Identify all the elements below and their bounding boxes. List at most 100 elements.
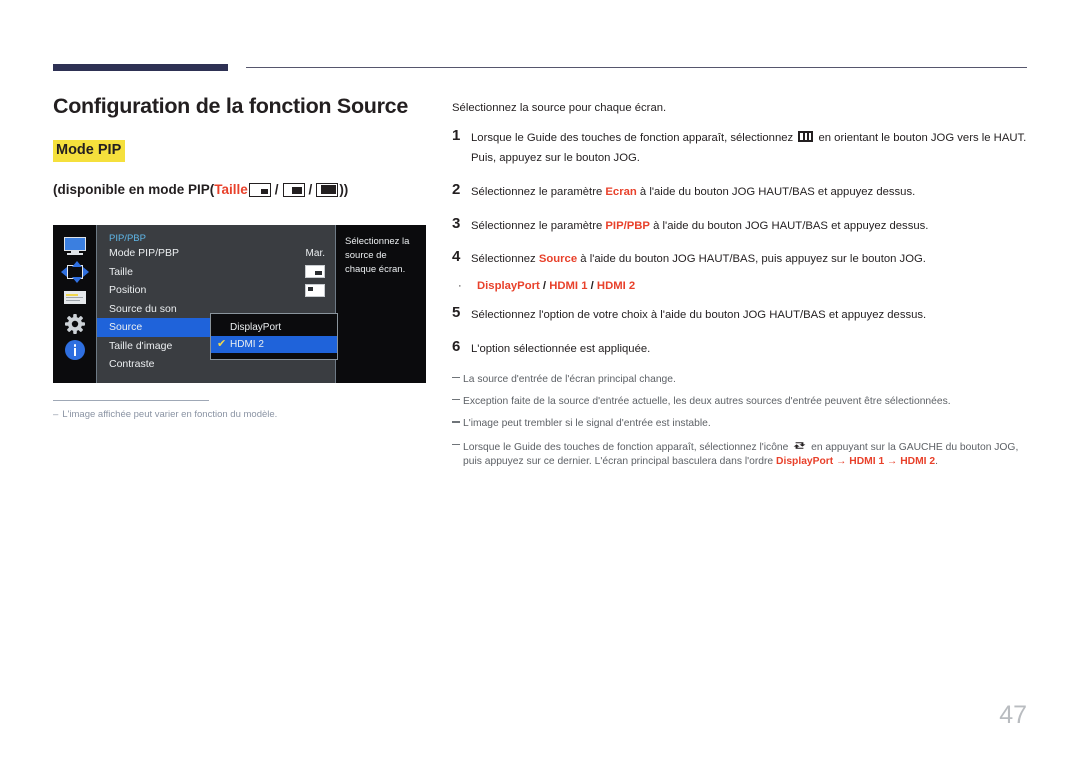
figure-footnote: ‒ L'image affichée peut varier en foncti…	[53, 400, 383, 421]
text-fragment: L'option sélectionnée est appliquée.	[471, 342, 651, 355]
text-fragment: PIP/PBP	[605, 219, 650, 232]
step-text: Sélectionnez l'option de votre choix à l…	[471, 305, 1027, 326]
step-number: 5	[452, 304, 461, 322]
text-fragment: HDMI 1	[549, 280, 588, 293]
osd-row-label: Position	[109, 284, 147, 297]
source-options-bullet: · DisplayPort / HDMI 1 / HDMI 2	[452, 279, 1027, 295]
pip-size-small-icon	[248, 182, 271, 197]
availability-prefix: (disponible en mode PIP(	[53, 182, 215, 198]
availability-line: (disponible en mode PIP(Taille / / ))	[53, 182, 433, 197]
text-fragment: /	[587, 280, 597, 293]
step-text: Sélectionnez Source à l'aide du bouton J…	[471, 249, 1027, 270]
note-item: Exception faite de la source d'entrée ac…	[452, 395, 1027, 409]
text-fragment: L'image peut trembler si le signal d'ent…	[463, 418, 711, 430]
pip-size-medium-icon	[282, 182, 305, 197]
pip-size-large-icon	[316, 182, 339, 197]
osd-menu-title: PIP/PBP	[109, 233, 146, 244]
instruction-step: 5 Sélectionnez l'option de votre choix à …	[452, 305, 1027, 326]
availability-suffix: ))	[339, 182, 349, 198]
header-rule-thick	[53, 64, 228, 71]
instruction-step: 4 Sélectionnez Source à l'aide du bouton …	[452, 249, 1027, 270]
note-text: Lorsque le Guide des touches de fonction…	[463, 440, 1027, 470]
notes-list: La source d'entrée de l'écran principal …	[452, 373, 1027, 470]
step-text: Lorsque le Guide des touches de fonction…	[471, 128, 1027, 169]
osd-list-icon	[62, 288, 88, 308]
note-dash-icon	[452, 395, 463, 401]
step-text: Sélectionnez le paramètre Ecran à l'aide…	[471, 182, 1027, 203]
note-item: Lorsque le Guide des touches de fonction…	[452, 440, 1027, 470]
osd-help-panel: Sélectionnez la source de chaque écran.	[336, 225, 426, 383]
step-text: L'option sélectionnée est appliquée.	[471, 339, 1027, 360]
instruction-step: 3 Sélectionnez le paramètre PIP/PBP à l'a…	[452, 214, 1027, 237]
text-fragment: Sélectionnez le paramètre	[471, 185, 606, 198]
footnote-text: L'image affichée peut varier en fonction…	[62, 409, 278, 420]
mode-pip-badge: Mode PIP	[53, 139, 126, 163]
instruction-step: 2 Sélectionnez le paramètre Ecran à l'aid…	[452, 182, 1027, 203]
text-fragment: HDMI 1	[849, 456, 885, 468]
availability-taille-label: Taille	[214, 182, 248, 198]
text-fragment: Exception faite de la source d'entrée ac…	[463, 395, 951, 407]
text-fragment: Sélectionnez l'option de votre choix à l…	[471, 309, 927, 322]
figure-footnote-rule	[53, 400, 209, 401]
text-fragment: →	[884, 456, 901, 468]
text-fragment: Sélectionnez	[471, 253, 539, 266]
osd-row-value: Mar.	[305, 247, 325, 259]
step-number: 3	[452, 214, 461, 232]
text-fragment: à l'aide du bouton JOG HAUT/BAS et appuy…	[649, 219, 929, 232]
instructions-intro: Sélectionnez la source pour chaque écran…	[452, 102, 667, 114]
submenu-item-hdmi-2[interactable]: ✔ HDMI 2	[211, 336, 337, 353]
page-title: Configuration de la fonction Source	[53, 94, 409, 118]
page-number: 47	[999, 701, 1027, 729]
left-column: Configuration de la fonction Source Mode…	[53, 94, 433, 197]
header-rule-group	[53, 64, 1027, 74]
text-fragment: DisplayPort	[776, 456, 834, 468]
instruction-step: 6 L'option sélectionnée est appliquée.	[452, 339, 1027, 360]
note-text: Exception faite de la source d'entrée ac…	[463, 395, 1027, 409]
text-fragment: Lorsque le Guide des touches de fonction…	[471, 132, 797, 145]
note-dash-icon	[452, 373, 463, 378]
info-icon	[62, 340, 88, 360]
text-fragment: /	[539, 280, 550, 293]
note-dash-icon	[452, 417, 463, 423]
pip-size-small-icon	[305, 265, 325, 279]
note-item: L'image peut trembler si le signal d'ent…	[452, 417, 1027, 431]
step-number: 6	[452, 337, 461, 355]
instruction-step: 1 Lorsque le Guide des touches de fonctio…	[452, 128, 1027, 169]
osd-screenshot: PIP/PBP Mode PIP/PBP Mar. Taille Positio…	[53, 225, 426, 383]
note-text: L'image peut trembler si le signal d'ent…	[463, 417, 1027, 431]
slash-1: /	[274, 182, 279, 198]
slash-2: /	[308, 182, 313, 198]
position-move-icon	[60, 261, 89, 283]
submenu-item-displayport[interactable]: DisplayPort	[211, 319, 337, 336]
submenu-item-label: HDMI 2	[230, 339, 264, 350]
osd-row-label: Contraste	[109, 358, 155, 371]
step-text: Sélectionnez le paramètre PIP/PBP à l'ai…	[471, 216, 1027, 237]
step-number: 1	[452, 127, 461, 145]
instructions-column: Sélectionnez la source pour chaque écran…	[452, 100, 1027, 478]
text-fragment: DisplayPort	[477, 280, 540, 293]
steps-list: 1 Lorsque le Guide des touches de fonctio…	[452, 128, 1027, 359]
gear-icon	[62, 314, 88, 334]
text-fragment: Ecran	[605, 185, 637, 198]
osd-row-taille[interactable]: Taille	[97, 263, 335, 282]
text-fragment: Sélectionnez le paramètre	[471, 219, 606, 232]
osd-row-mode-pip-pbp[interactable]: Mode PIP/PBP Mar.	[97, 244, 335, 263]
bullet-text: DisplayPort / HDMI 1 / HDMI 2	[477, 279, 635, 295]
step-number: 4	[452, 248, 461, 266]
text-fragment: La source d'entrée de l'écran principal …	[463, 373, 676, 385]
text-fragment: →	[833, 456, 850, 468]
osd-row-label: Taille	[109, 265, 133, 278]
osd-row-label: Mode PIP/PBP	[109, 247, 180, 260]
pip-position-icon	[305, 283, 325, 297]
figure-footnote-text-row: ‒ L'image affichée peut varier en foncti…	[53, 409, 383, 421]
text-fragment: Source	[538, 253, 578, 266]
text-fragment: HDMI 2	[596, 280, 636, 293]
header-rule-thin	[246, 67, 1027, 68]
monitor-icon	[62, 236, 88, 256]
osd-source-submenu: DisplayPort ✔ HDMI 2	[210, 313, 338, 360]
osd-icon-sidebar	[53, 225, 96, 383]
note-dash-icon	[452, 440, 463, 446]
submenu-item-label: DisplayPort	[230, 322, 282, 333]
osd-row-position[interactable]: Position	[97, 281, 335, 300]
mode-pip-badge-wrap: Mode PIP	[53, 119, 433, 163]
